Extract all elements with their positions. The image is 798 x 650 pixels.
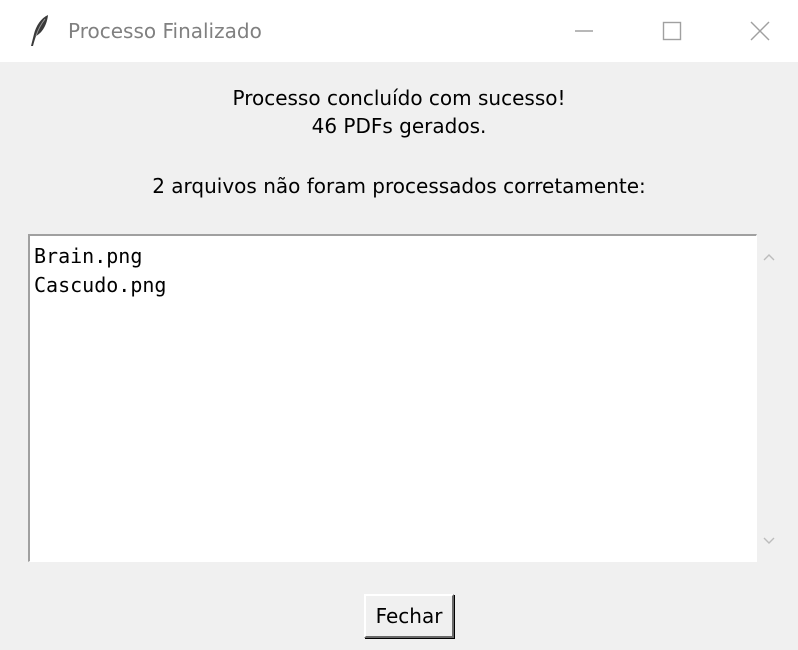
pdf-count-message: 46 PDFs gerados.	[311, 114, 487, 138]
title-bar[interactable]: Processo Finalizado	[0, 0, 798, 62]
feather-icon	[28, 14, 52, 48]
maximize-icon	[662, 21, 682, 41]
list-item: Cascudo.png	[34, 273, 167, 297]
failed-files-message: 2 arquivos não foram processados correta…	[152, 174, 646, 198]
chevron-up-icon	[762, 247, 776, 266]
success-message: Processo concluído com sucesso!	[232, 86, 566, 110]
close-window-button[interactable]	[726, 0, 794, 62]
window-title: Processo Finalizado	[68, 19, 262, 43]
minimize-icon	[574, 21, 594, 41]
maximize-button[interactable]	[638, 0, 706, 62]
fechar-button[interactable]: Fechar	[364, 594, 454, 638]
failed-files-textbox[interactable]: Brain.png Cascudo.png	[28, 234, 757, 562]
failed-files-list: Brain.png Cascudo.png	[34, 242, 166, 300]
list-item: Brain.png	[34, 244, 143, 268]
vertical-scrollbar[interactable]	[757, 234, 781, 562]
dialog-window: Processo Finalizado Processo concluído c…	[0, 0, 798, 650]
minimize-button[interactable]	[550, 0, 618, 62]
close-icon	[750, 21, 770, 41]
scroll-down-button[interactable]	[757, 528, 781, 552]
scroll-up-button[interactable]	[757, 244, 781, 268]
chevron-down-icon	[762, 531, 776, 550]
